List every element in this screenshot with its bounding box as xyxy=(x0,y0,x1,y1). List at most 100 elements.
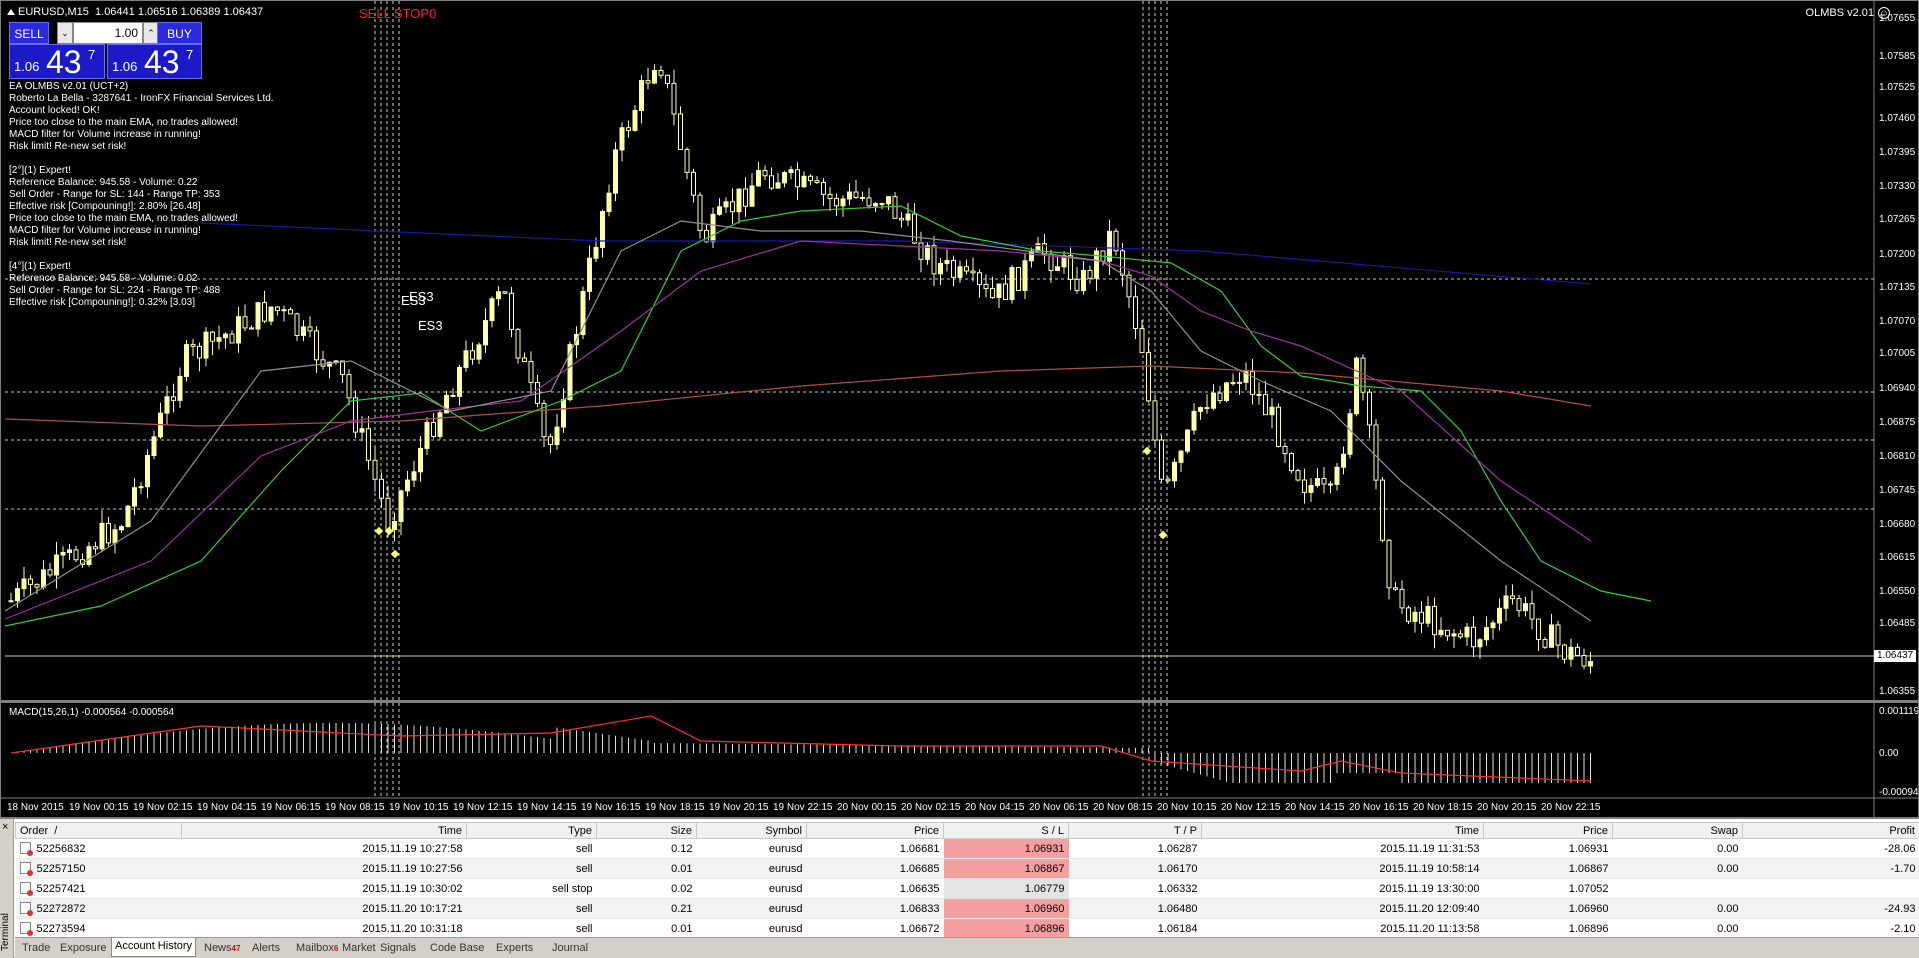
tab-trade[interactable]: Trade xyxy=(19,940,53,957)
tab-alerts[interactable]: Alerts xyxy=(249,940,283,957)
table-row[interactable]: 522735942015.11.20 10:31:18sell0.01eurus… xyxy=(16,919,1919,939)
candle-body xyxy=(692,172,696,195)
close-icon[interactable]: × xyxy=(2,821,8,833)
candle-body xyxy=(1433,606,1437,634)
candle-body xyxy=(1465,627,1469,637)
column-header-tp[interactable]: T / P xyxy=(1069,823,1202,839)
candle-body xyxy=(133,488,137,506)
column-header-price[interactable]: Price xyxy=(807,823,944,839)
buy-button[interactable]: BUY xyxy=(157,22,202,44)
candle-body xyxy=(1075,279,1079,290)
candle-body xyxy=(1550,625,1554,647)
candle-body xyxy=(1576,647,1580,655)
candle-body xyxy=(672,83,676,114)
tab-market[interactable]: Market xyxy=(339,940,379,957)
tab-account-history[interactable]: Account History xyxy=(111,938,196,957)
lot-decrease-button[interactable]: ⌄ xyxy=(57,22,73,44)
cell-sl: 1.06779 xyxy=(944,879,1069,899)
cell-type: sell stop xyxy=(467,879,597,899)
candle-body xyxy=(698,195,702,230)
tab-experts[interactable]: Experts xyxy=(493,940,536,957)
column-header-sl[interactable]: S / L xyxy=(944,823,1069,839)
candle-body xyxy=(1238,382,1242,383)
tab-label: Journal xyxy=(552,942,588,954)
table-row[interactable]: 522571502015.11.19 10:27:56sell0.01eurus… xyxy=(16,859,1919,879)
tab-journal[interactable]: Journal xyxy=(549,940,591,957)
candle-body xyxy=(1374,425,1378,480)
column-header-swap[interactable]: Swap xyxy=(1613,823,1743,839)
candle-body xyxy=(1459,634,1463,637)
time-tick-label: 19 Nov 02:15 xyxy=(133,802,193,813)
candle-body xyxy=(1511,596,1515,599)
column-header-close-price[interactable]: Price xyxy=(1484,823,1613,839)
order-closed-icon xyxy=(20,922,31,934)
tab-badge: 6 xyxy=(334,944,338,953)
column-header-type[interactable]: Type xyxy=(467,823,597,839)
cell-close-price: 1.07052 xyxy=(1484,879,1613,899)
cell-tp: 1.06170 xyxy=(1069,859,1202,879)
tab-exposure[interactable]: Exposure xyxy=(57,940,109,957)
candle-body xyxy=(1192,411,1196,430)
tab-label: Experts xyxy=(496,942,533,954)
table-row[interactable]: 522728722015.11.20 10:17:21sell0.21eurus… xyxy=(16,899,1919,919)
table-row[interactable]: 522574212015.11.19 10:30:02sell stop0.02… xyxy=(16,879,1919,899)
table-row[interactable]: 522568322015.11.19 10:27:58sell0.12eurus… xyxy=(16,839,1919,859)
candle-body xyxy=(1205,408,1209,409)
column-header-profit[interactable]: Profit xyxy=(1743,823,1919,839)
cell-tp: 1.06184 xyxy=(1069,919,1202,939)
candle-body xyxy=(1452,634,1456,636)
column-header-close-time[interactable]: Time xyxy=(1202,823,1484,839)
candle-body xyxy=(113,530,117,543)
order-number: 52257421 xyxy=(37,883,86,895)
candle-body xyxy=(1569,647,1573,659)
candle-body xyxy=(1147,353,1151,401)
column-header-symbol[interactable]: Symbol xyxy=(697,823,807,839)
candle-body xyxy=(380,479,384,498)
cell-profit: -28.06 xyxy=(1743,839,1919,859)
tab-signals[interactable]: Signals xyxy=(377,940,419,957)
candle-body xyxy=(1381,480,1385,540)
cell-symbol: eurusd xyxy=(697,859,807,879)
candle-body xyxy=(796,170,800,187)
price-tick-label: 1.06745 xyxy=(1879,485,1915,496)
chart-window[interactable]: EURUSD,M15 1.06441 1.06516 1.06389 1.064… xyxy=(0,0,1919,818)
tab-news[interactable]: News47 xyxy=(201,940,243,957)
candle-body xyxy=(347,375,351,398)
tab-label: Trade xyxy=(22,942,50,954)
tab-mailbox[interactable]: Mailbox6 xyxy=(293,940,341,957)
candle-body xyxy=(1387,540,1391,588)
sell-price-box[interactable]: 1.06 43 7 xyxy=(9,44,105,79)
candle-body xyxy=(1537,619,1541,639)
candle-body xyxy=(1329,484,1333,485)
candle-body xyxy=(302,327,306,335)
cell-size: 0.21 xyxy=(597,899,697,919)
candle-body xyxy=(965,267,969,271)
table-header-row: Order / Time Type Size Symbol Price S / … xyxy=(16,823,1919,839)
candle-body xyxy=(1316,479,1320,486)
column-header-size[interactable]: Size xyxy=(597,823,697,839)
column-header-time[interactable]: Time xyxy=(182,823,467,839)
cell-order: 52257150 xyxy=(16,859,182,879)
cell-price: 1.06672 xyxy=(807,919,944,939)
buy-price-box[interactable]: 1.06 43 7 xyxy=(107,44,202,79)
lot-size-input[interactable]: 1.00 xyxy=(73,22,143,44)
cell-close-price: 1.06867 xyxy=(1484,859,1613,879)
tab-code-base[interactable]: Code Base xyxy=(427,940,487,957)
time-tick-label: 19 Nov 08:15 xyxy=(325,802,385,813)
column-header-order[interactable]: Order / xyxy=(16,823,182,839)
candle-body xyxy=(55,555,59,575)
candle-body xyxy=(204,332,208,358)
time-tick-label: 19 Nov 00:15 xyxy=(69,802,129,813)
candle-body xyxy=(1270,407,1274,414)
candle-body xyxy=(1179,451,1183,462)
candle-body xyxy=(1420,612,1424,623)
trade-arrow-marker xyxy=(391,550,399,558)
candle-body xyxy=(1212,393,1216,408)
time-tick-label: 19 Nov 04:15 xyxy=(197,802,257,813)
sell-button[interactable]: SELL xyxy=(9,22,49,44)
one-click-trading-panel: SELL ⌄ 1.00 ⌃ BUY 1.06 43 7 1.06 43 7 xyxy=(9,22,202,79)
price-chart[interactable] xyxy=(1,1,1919,818)
candle-body xyxy=(1199,408,1203,412)
order-closed-icon xyxy=(20,902,31,914)
candle-body xyxy=(503,292,507,293)
